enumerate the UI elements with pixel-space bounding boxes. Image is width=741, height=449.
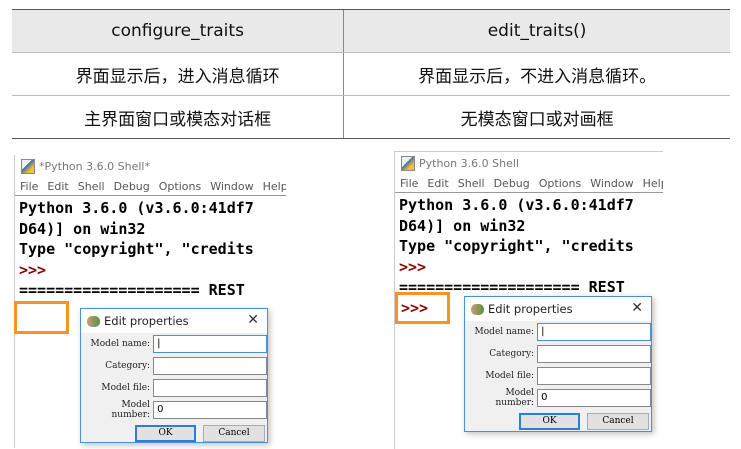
menu-window[interactable]: Window: [210, 180, 253, 193]
dialog-title-bar: Edit properties ✕: [81, 309, 267, 333]
comparison-table: configure_traits edit_traits() 界面显示后，进入消息…: [12, 9, 730, 139]
header-configure-traits: configure_traits: [12, 9, 344, 53]
menu-options[interactable]: Options: [539, 177, 581, 190]
shell-line: D64)] on win32: [19, 219, 146, 238]
menu-shell[interactable]: Shell: [458, 177, 485, 190]
shell-line: Python 3.6.0 (v3.6.0:41df7: [399, 196, 634, 214]
model-file-input[interactable]: [153, 379, 267, 397]
ok-button[interactable]: OK: [519, 413, 580, 430]
edit-properties-dialog: Edit properties ✕ Model name: | Category: …: [464, 296, 652, 432]
shell-line: Type "copyright", "credits: [399, 237, 634, 255]
menu-debug[interactable]: Debug: [114, 180, 150, 193]
menu-bar: File Edit Shell Debug Options Window Help: [395, 174, 663, 193]
ok-button[interactable]: OK: [135, 425, 196, 442]
shell-line: Type "copyright", "credits: [19, 240, 254, 258]
field-label: Model name:: [474, 327, 535, 337]
header-edit-traits: edit_traits(): [343, 9, 730, 53]
menu-help[interactable]: Help: [643, 177, 663, 190]
title-bar: Python 3.6.0 Shell: [395, 152, 663, 174]
model-file-input[interactable]: [537, 367, 651, 385]
shell-prompt: >>>: [401, 299, 429, 317]
shell-line: ==================== REST: [19, 281, 245, 299]
field-label: Category:: [489, 349, 535, 359]
shell-prompt: >>>: [399, 257, 427, 276]
field-label: Model number:: [111, 400, 151, 420]
close-icon[interactable]: ✕: [247, 312, 259, 328]
shell-prompt: >>>: [19, 260, 47, 279]
category-input[interactable]: [537, 345, 651, 363]
model-name-input[interactable]: |: [153, 335, 267, 353]
category-input[interactable]: [153, 357, 267, 375]
title-bar: *Python 3.6.0 Shell*: [15, 155, 286, 177]
cell: 界面显示后，不进入消息循环。: [343, 52, 730, 96]
cell: 界面显示后，进入消息循环: [12, 52, 344, 96]
python-icon: [21, 158, 35, 174]
users-icon: [471, 303, 484, 315]
close-icon[interactable]: ✕: [631, 300, 643, 316]
menu-edit[interactable]: Edit: [427, 177, 448, 190]
menu-file[interactable]: File: [20, 180, 38, 193]
table-row: 界面显示后，进入消息循环 界面显示后，不进入消息循环。: [12, 52, 730, 96]
edit-properties-dialog: Edit properties ✕ Model name: | Category: …: [80, 308, 268, 443]
highlight-box: [14, 301, 69, 334]
window-title: *Python 3.6.0 Shell*: [39, 159, 150, 173]
users-icon: [87, 315, 100, 327]
menu-options[interactable]: Options: [159, 180, 201, 193]
model-number-input[interactable]: 0: [153, 401, 267, 419]
shell-line: D64)] on win32: [399, 216, 526, 235]
table-row: 主界面窗口或模态对话框 无模态窗口或对画框: [12, 95, 730, 139]
menu-edit[interactable]: Edit: [47, 180, 68, 193]
dialog-title: Edit properties: [488, 302, 573, 316]
menu-help[interactable]: Help: [263, 180, 286, 193]
model-number-input[interactable]: 0: [537, 389, 651, 407]
table-header: configure_traits edit_traits(): [12, 9, 730, 53]
shell-prompt: [17, 303, 21, 323]
cancel-button[interactable]: Cancel: [587, 413, 649, 430]
dialog-title: Edit properties: [104, 314, 189, 328]
python-icon: [401, 155, 415, 171]
menu-shell[interactable]: Shell: [78, 180, 105, 193]
cancel-button[interactable]: Cancel: [203, 425, 265, 442]
menu-debug[interactable]: Debug: [494, 177, 530, 190]
window-title: Python 3.6.0 Shell: [419, 156, 519, 170]
field-label: Model file:: [101, 383, 151, 393]
field-label: Model name:: [90, 339, 151, 349]
menu-window[interactable]: Window: [590, 177, 633, 190]
dialog-title-bar: Edit properties ✕: [465, 297, 651, 321]
field-label: Model file:: [485, 371, 535, 381]
highlight-box: >>>: [395, 292, 450, 324]
cell: 主界面窗口或模态对话框: [12, 95, 344, 139]
shell-output[interactable]: Python 3.6.0 (v3.6.0:41df7 D64)] on win32…: [395, 193, 663, 298]
shell-output[interactable]: Python 3.6.0 (v3.6.0:41df7 D64)] on win32…: [15, 196, 286, 301]
field-label: Model number:: [495, 388, 535, 408]
shell-line: Python 3.6.0 (v3.6.0:41df7: [19, 199, 254, 217]
menu-bar: File Edit Shell Debug Options Window Help: [15, 177, 286, 196]
model-name-input[interactable]: |: [537, 323, 651, 341]
cell: 无模态窗口或对画框: [343, 95, 730, 139]
menu-file[interactable]: File: [400, 177, 418, 190]
field-label: Category:: [105, 361, 151, 371]
